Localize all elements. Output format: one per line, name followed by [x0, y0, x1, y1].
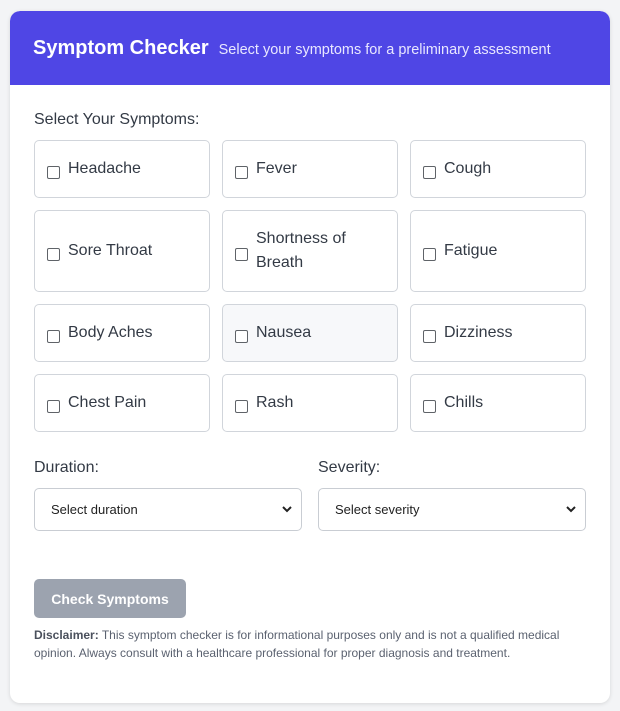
symptom-label: Cough: [444, 160, 492, 177]
symptom-label: Rash: [256, 394, 294, 411]
checkbox[interactable]: [47, 399, 60, 413]
checkbox[interactable]: [235, 165, 248, 179]
symptom-option-fatigue[interactable]: Fatigue: [410, 210, 586, 292]
checkbox[interactable]: [423, 329, 436, 343]
symptom-checker-card: Symptom Checker Select your symptoms for…: [10, 11, 610, 703]
checkbox[interactable]: [235, 399, 248, 413]
severity-select[interactable]: Select severity: [318, 488, 586, 531]
symptom-label: Headache: [68, 160, 141, 177]
symptom-label: Nausea: [256, 324, 312, 341]
symptom-option-body-aches[interactable]: Body Aches: [34, 304, 210, 362]
checkbox[interactable]: [423, 165, 436, 179]
checkbox[interactable]: [47, 329, 60, 343]
page-title: Symptom Checker: [33, 36, 209, 59]
symptom-label: Dizziness: [444, 324, 513, 341]
symptom-label: Shortness of Breath: [256, 230, 346, 271]
symptom-label: Fatigue: [444, 242, 498, 259]
checkbox[interactable]: [235, 329, 248, 343]
page-subtitle: Select your symptoms for a preliminary a…: [218, 41, 551, 58]
symptom-option-shortness-of-breath[interactable]: Shortness of Breath: [222, 210, 398, 292]
severity-selected-value: Select severity: [335, 502, 420, 517]
header: Symptom Checker Select your symptoms for…: [10, 11, 610, 85]
symptom-label: Sore Throat: [68, 242, 153, 259]
symptom-label: Chest Pain: [68, 394, 147, 411]
symptom-option-sore-throat[interactable]: Sore Throat: [34, 210, 210, 292]
symptom-option-rash[interactable]: Rash: [222, 374, 398, 432]
symptom-option-chest-pain[interactable]: Chest Pain: [34, 374, 210, 432]
symptom-option-chills[interactable]: Chills: [410, 374, 586, 432]
checkbox[interactable]: [423, 247, 436, 261]
check-symptoms-button[interactable]: Check Symptoms: [34, 579, 186, 618]
symptoms-section-label: Select Your Symptoms:: [34, 111, 200, 128]
symptom-option-fever[interactable]: Fever: [222, 140, 398, 198]
duration-select[interactable]: Select duration: [34, 488, 302, 531]
symptom-label: Body Aches: [68, 324, 153, 341]
checkbox[interactable]: [235, 247, 248, 261]
duration-selected-value: Select duration: [51, 502, 138, 517]
symptom-label: Fever: [256, 160, 297, 177]
symptom-option-dizziness[interactable]: Dizziness: [410, 304, 586, 362]
duration-label: Duration:: [34, 459, 99, 476]
disclaimer: Disclaimer: This symptom checker is for …: [34, 626, 574, 662]
symptom-label: Chills: [444, 394, 484, 411]
checkbox[interactable]: [47, 165, 60, 179]
symptom-option-headache[interactable]: Headache: [34, 140, 210, 198]
severity-label: Severity:: [318, 459, 381, 476]
chevron-down-icon: [566, 506, 576, 513]
checkbox[interactable]: [47, 247, 60, 261]
checkbox[interactable]: [423, 399, 436, 413]
disclaimer-heading: Disclaimer:: [34, 628, 99, 642]
disclaimer-text: This symptom checker is for informationa…: [34, 628, 560, 660]
symptom-option-cough[interactable]: Cough: [410, 140, 586, 198]
symptom-option-nausea[interactable]: Nausea: [222, 304, 398, 362]
chevron-down-icon: [282, 506, 292, 513]
